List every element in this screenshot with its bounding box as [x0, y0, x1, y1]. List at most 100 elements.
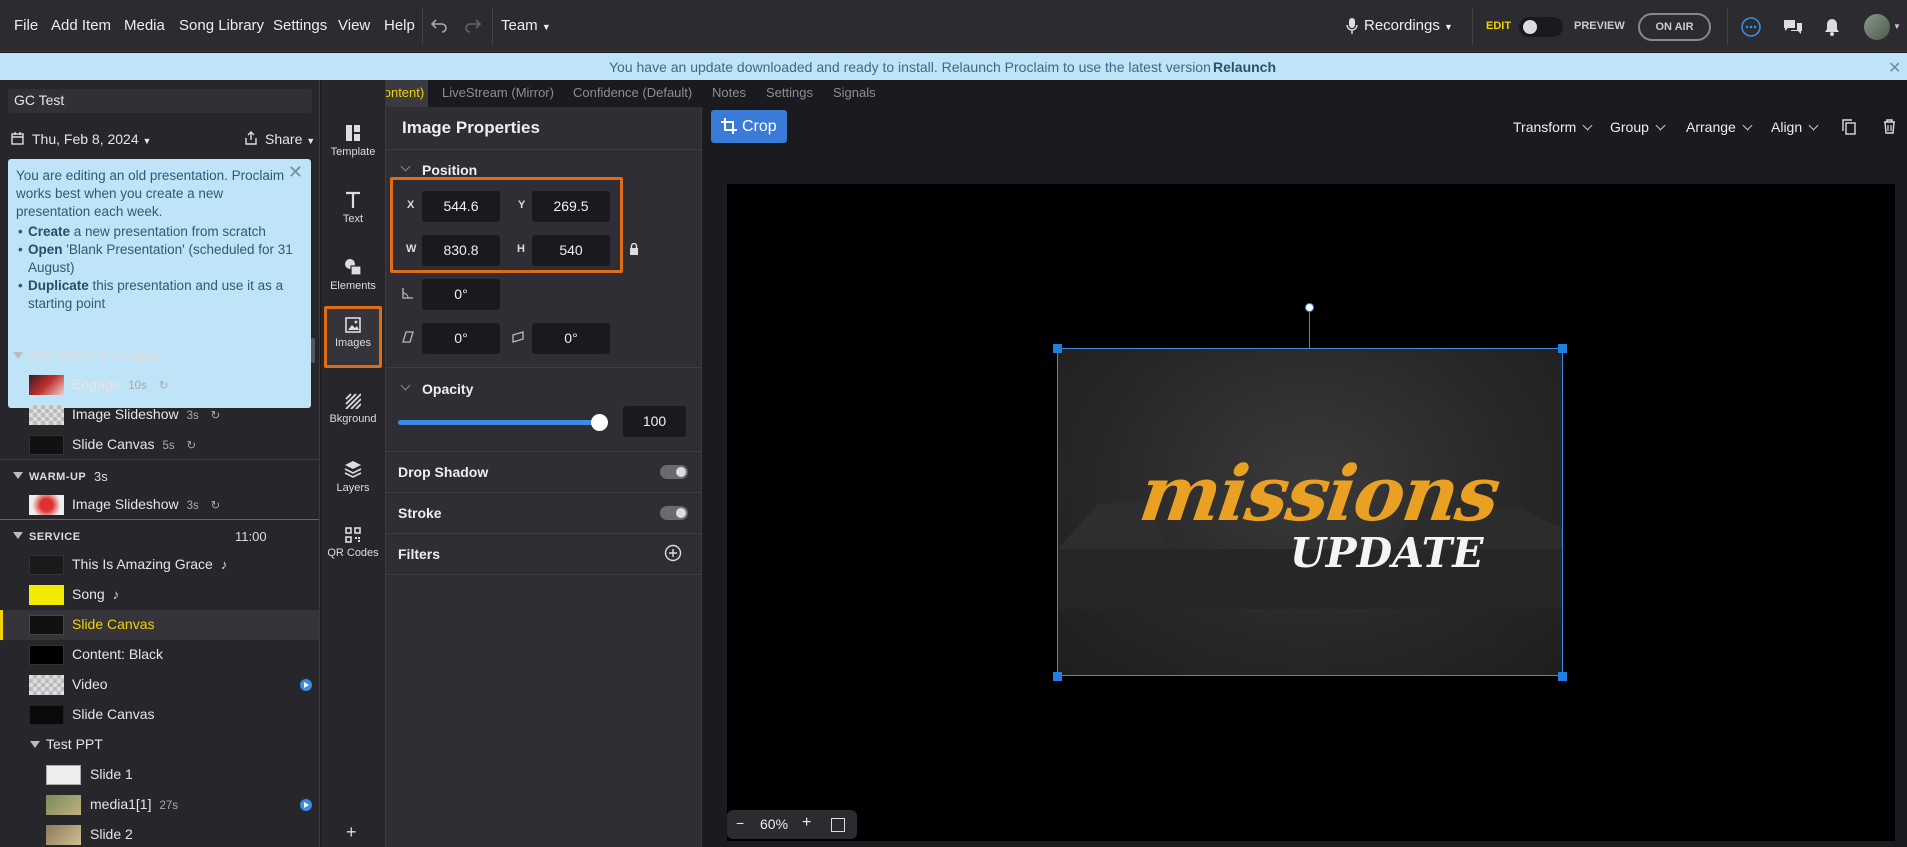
redo-icon[interactable] — [464, 17, 482, 33]
crop-button[interactable]: Crop — [711, 110, 787, 143]
edit-preview-toggle[interactable] — [1519, 17, 1563, 37]
caret-down-icon[interactable]: ▼ — [1893, 22, 1901, 31]
item-name: Engage — [72, 376, 121, 392]
list-item[interactable]: Slide Canvas 5s ↻ — [0, 430, 319, 460]
menu-add-item[interactable]: Add Item — [51, 17, 111, 34]
drop-shadow-toggle[interactable] — [660, 465, 688, 479]
template-tool[interactable]: Template — [324, 116, 382, 174]
tab-livestream[interactable]: LiveStream (Mirror) — [442, 85, 554, 100]
transform-dropdown[interactable]: Transform — [1513, 119, 1593, 135]
menu-settings[interactable]: Settings — [273, 17, 327, 34]
stroke-toggle[interactable] — [660, 506, 688, 520]
menu-media[interactable]: Media — [124, 17, 165, 34]
arrange-label: Arrange — [1686, 119, 1736, 135]
close-banner-icon[interactable]: ✕ — [1888, 58, 1901, 78]
list-item[interactable]: Image Slideshow 3s ↻ — [0, 490, 319, 520]
position-header[interactable]: Position — [422, 162, 477, 178]
item-name: Image Slideshow — [72, 406, 179, 422]
play-icon[interactable] — [300, 679, 312, 691]
opacity-slider-handle[interactable] — [591, 414, 608, 431]
list-item-selected[interactable]: Slide Canvas — [0, 610, 319, 640]
lock-icon[interactable] — [629, 243, 639, 255]
rotation-field[interactable]: 0° — [422, 279, 500, 310]
open-link[interactable]: Open — [28, 242, 63, 257]
tab-settings[interactable]: Settings — [766, 85, 813, 100]
avatar[interactable] — [1864, 14, 1890, 40]
list-item[interactable]: Slide Canvas — [0, 700, 319, 730]
qr-codes-tool[interactable]: QR Codes — [324, 519, 382, 577]
thumbnail — [29, 615, 64, 635]
selected-image[interactable]: missions UPDATE — [1057, 348, 1563, 676]
section-service[interactable]: SERVICE 11:00 — [0, 523, 319, 551]
expand-triangle-icon[interactable] — [30, 741, 40, 748]
list-item[interactable]: media1[1] 27s — [0, 790, 319, 820]
expand-triangle-icon[interactable] — [13, 532, 23, 539]
more-icon[interactable] — [1741, 17, 1761, 37]
list-item[interactable]: Song ♪ — [0, 580, 319, 610]
expand-triangle-icon[interactable] — [13, 472, 23, 479]
chat-icon[interactable] — [1782, 17, 1804, 37]
resize-handle-bottom-right[interactable] — [1558, 672, 1567, 681]
close-notice-icon[interactable]: ✕ — [288, 163, 303, 181]
duplicate-link[interactable]: Duplicate — [28, 278, 89, 293]
date-dropdown[interactable]: Thu, Feb 8, 2024 ▼ — [32, 131, 151, 147]
duplicate-icon[interactable] — [1842, 119, 1856, 135]
create-link[interactable]: Create — [28, 224, 70, 239]
tab-notes[interactable]: Notes — [712, 85, 746, 100]
thumbnail — [29, 495, 64, 515]
recordings-dropdown[interactable]: Recordings ▼ — [1364, 17, 1453, 34]
tab-confidence[interactable]: Confidence (Default) — [573, 85, 692, 100]
list-item[interactable]: This Is Amazing Grace ♪ — [0, 550, 319, 580]
list-item[interactable]: Slide 2 — [0, 820, 319, 847]
relaunch-link[interactable]: Relaunch — [1213, 59, 1276, 75]
list-item[interactable]: Content: Black — [0, 640, 319, 670]
bell-icon[interactable] — [1823, 17, 1841, 37]
list-item[interactable]: Slide 1 — [0, 760, 319, 790]
play-icon[interactable] — [300, 799, 312, 811]
images-tool[interactable]: Images — [324, 306, 382, 368]
skew-x-field[interactable]: 0° — [422, 323, 500, 354]
align-dropdown[interactable]: Align — [1771, 119, 1819, 135]
group-dropdown[interactable]: Group — [1610, 119, 1666, 135]
undo-icon[interactable] — [430, 17, 448, 33]
section-warm-up[interactable]: WARM-UP 3s — [0, 463, 319, 491]
presentation-title-input[interactable]: GC Test — [8, 89, 312, 113]
zoom-in-button[interactable]: + — [802, 814, 811, 832]
arrange-dropdown[interactable]: Arrange — [1686, 119, 1753, 135]
background-tool[interactable]: Bkground — [324, 385, 382, 443]
tab-signals[interactable]: Signals — [833, 85, 876, 100]
list-item[interactable]: Engage 10s ↻ — [0, 370, 319, 400]
menu-help[interactable]: Help — [384, 17, 415, 34]
team-dropdown[interactable]: Team ▼ — [501, 17, 551, 34]
chevron-down-icon[interactable] — [400, 161, 411, 172]
add-filter-icon[interactable] — [664, 544, 682, 562]
text-tool[interactable]: Text — [324, 183, 382, 241]
fit-screen-icon[interactable] — [831, 818, 845, 832]
rotation-handle[interactable] — [1305, 303, 1314, 312]
group-test-ppt[interactable]: Test PPT — [0, 730, 319, 760]
chevron-down-icon[interactable] — [400, 380, 411, 391]
zoom-out-button[interactable]: − — [736, 815, 744, 831]
menu-song-library[interactable]: Song Library — [179, 17, 264, 34]
elements-tool[interactable]: Elements — [324, 250, 382, 308]
resize-handle-top-right[interactable] — [1558, 344, 1567, 353]
opacity-slider-track[interactable] — [398, 414, 608, 431]
stroke-label: Stroke — [398, 505, 442, 521]
menu-file[interactable]: File — [14, 17, 38, 34]
section-pre-service-loop[interactable]: PRE-SERVICE LOOP 18s — [0, 343, 319, 371]
resize-handle-bottom-left[interactable] — [1053, 672, 1062, 681]
opacity-field[interactable]: 100 — [623, 406, 686, 437]
expand-triangle-icon[interactable] — [13, 352, 23, 359]
item-duration: 3s — [186, 500, 199, 512]
menu-view[interactable]: View — [338, 17, 370, 34]
add-icon[interactable]: + — [346, 822, 357, 843]
on-air-button[interactable]: ON AIR — [1638, 13, 1711, 41]
opacity-header[interactable]: Opacity — [422, 381, 473, 397]
skew-y-field[interactable]: 0° — [532, 323, 610, 354]
layers-tool[interactable]: Layers — [324, 452, 382, 510]
resize-handle-top-left[interactable] — [1053, 344, 1062, 353]
trash-icon[interactable] — [1883, 119, 1896, 134]
list-item[interactable]: Image Slideshow 3s ↻ — [0, 400, 319, 430]
list-item[interactable]: Video — [0, 670, 319, 700]
share-dropdown[interactable]: Share ▼ — [265, 131, 315, 147]
